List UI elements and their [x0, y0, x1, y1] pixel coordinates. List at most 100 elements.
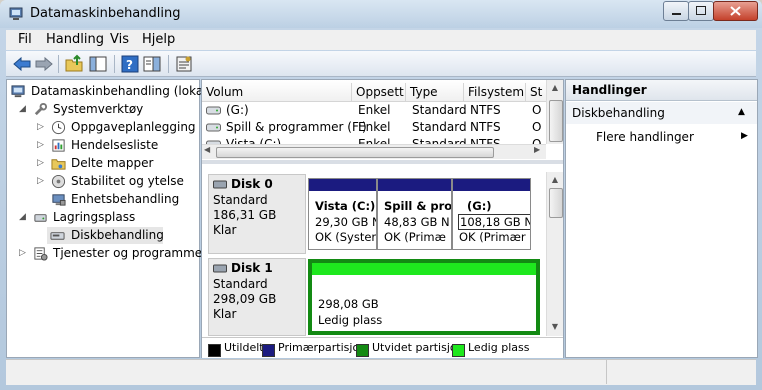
forward-icon[interactable]	[34, 54, 54, 74]
partition-status: OK (Syster	[315, 230, 377, 244]
expand-icon[interactable]: ▷	[37, 123, 46, 132]
disk-0-label[interactable]: Disk 0 Standard 186,31 GB Klar	[208, 174, 306, 254]
partition-status: Ledig plass	[318, 313, 383, 327]
expand-icon[interactable]: ▷	[37, 159, 46, 168]
tree-item-label: Oppgaveplanlegging	[71, 120, 196, 134]
disk-type: Standard	[213, 277, 268, 291]
tree-item-label: Delte mapper	[71, 156, 154, 170]
column-status[interactable]: St	[526, 83, 548, 101]
performance-icon	[51, 174, 66, 189]
more-actions-item[interactable]: Flere handlinger ▶	[566, 128, 757, 146]
column-filsystem[interactable]: Filsystem	[464, 83, 526, 101]
scroll-thumb[interactable]	[549, 188, 563, 218]
cell-type: Standard	[412, 120, 467, 134]
scroll-right-icon[interactable]: ▶	[534, 145, 540, 154]
actions-pane: Handlinger Diskbehandling ▲ Flere handli…	[565, 79, 758, 358]
collapse-icon[interactable]: ◢	[19, 213, 28, 222]
device-manager-icon	[52, 194, 66, 206]
cell-layout: Enkel	[358, 120, 391, 134]
clock-icon	[51, 120, 66, 135]
settings-icon[interactable]	[174, 54, 194, 74]
partition-size: 48,83 GB N	[384, 215, 450, 229]
extended-partition[interactable]: 298,08 GB Ledig plass	[308, 259, 540, 335]
partition-bar	[312, 263, 536, 275]
close-button[interactable]	[713, 1, 758, 21]
tree-item-label: Diskbehandling	[71, 228, 164, 242]
tree-root-label: Datamaskinbehandling (lokal)	[31, 84, 212, 98]
help-icon[interactable]: ?	[120, 54, 140, 74]
legend-label: Utvidet partisjon	[372, 341, 464, 354]
tree-item-label: Tjenester og programmer	[53, 246, 208, 260]
up-folder-icon[interactable]	[64, 54, 84, 74]
cell-volume: (G:)	[226, 103, 249, 117]
disk-area-scrollbar[interactable]: ▲ ▼	[546, 172, 563, 336]
menu-handling[interactable]: Handling	[46, 32, 104, 47]
collapse-icon[interactable]: ◢	[19, 105, 28, 114]
expand-icon[interactable]: ▷	[37, 177, 46, 186]
legend-label: Primærpartisjon	[278, 341, 367, 354]
partition-g[interactable]: (G:) 108,18 GB NTFS OK (Primær	[452, 178, 531, 250]
disk-size: 186,31 GB	[213, 208, 277, 222]
expand-icon[interactable]: ▷	[37, 141, 46, 150]
maximize-button[interactable]	[688, 1, 714, 21]
actions-header: Handlinger	[566, 80, 757, 101]
disk-1-label[interactable]: Disk 1 Standard 298,09 GB Klar	[208, 258, 306, 336]
partition-f[interactable]: Spill & pro 48,83 GB N OK (Primæ	[377, 178, 452, 250]
volume-list-hscrollbar[interactable]: ◀ ▶	[202, 144, 546, 159]
event-viewer-icon	[52, 139, 65, 152]
table-row[interactable]: Spill & programmer (F:) Enkel Standard N…	[202, 119, 548, 136]
scroll-up-icon[interactable]: ▲	[549, 81, 561, 95]
tools-icon	[34, 102, 48, 116]
maximize-icon	[696, 6, 706, 15]
status-panel	[6, 360, 607, 384]
toolbar: ?	[6, 51, 756, 77]
window-title: Datamaskinbehandling	[30, 6, 181, 21]
menu-vis[interactable]: Vis	[110, 32, 129, 47]
actions-section-diskbehandling[interactable]: Diskbehandling ▲	[566, 102, 757, 124]
toolbar-separator	[168, 55, 169, 73]
back-icon[interactable]	[12, 54, 32, 74]
splitter[interactable]	[202, 160, 563, 164]
expand-icon[interactable]: ▷	[19, 249, 28, 258]
partition-c[interactable]: Vista (C:) 29,30 GB N OK (Syster	[308, 178, 377, 250]
computer-icon	[11, 85, 25, 98]
disk-name: Disk 1	[231, 261, 273, 275]
menu-hjelp[interactable]: Hjelp	[142, 32, 175, 47]
minimize-button[interactable]	[663, 1, 689, 21]
show-tree-icon[interactable]	[88, 54, 108, 74]
window-frame: Datamaskinbehandling Fil Handling Vis Hj…	[0, 0, 762, 390]
partition-bar	[378, 179, 451, 191]
partition-size: 298,08 GB	[318, 297, 379, 311]
table-row[interactable]: (G:) Enkel Standard NTFS O	[202, 102, 548, 119]
computer-management-icon	[9, 7, 23, 20]
drive-icon	[206, 106, 221, 115]
scroll-down-icon[interactable]: ▼	[549, 320, 561, 334]
legend-label: Ledig plass	[468, 341, 530, 354]
cell-status: O	[532, 120, 542, 134]
svg-text:?: ?	[126, 58, 133, 72]
collapse-up-icon[interactable]: ▲	[738, 107, 745, 117]
actions-section-label: Diskbehandling	[572, 106, 665, 120]
tree-item-diskbehandling[interactable]: Diskbehandling	[47, 227, 164, 244]
title-bar[interactable]: Datamaskinbehandling	[0, 0, 762, 28]
scroll-thumb[interactable]	[216, 147, 494, 158]
scroll-up-icon[interactable]: ▲	[549, 173, 561, 187]
disk-name: Disk 0	[231, 177, 273, 191]
column-type[interactable]: Type	[406, 83, 464, 101]
disk-management-pane: Volum Oppsett Type Filsystem St (G:) Enk…	[201, 79, 564, 358]
properties-icon[interactable]	[142, 54, 162, 74]
column-oppsett[interactable]: Oppsett	[352, 83, 406, 101]
tree-item-label: Enhetsbehandling	[71, 192, 180, 206]
legend-label: Utildelt	[224, 341, 264, 354]
partition-status: OK (Primær	[459, 230, 526, 244]
tree-item-label: Hendelsesliste	[71, 138, 159, 152]
volume-list-scrollbar[interactable]: ▲	[546, 80, 563, 144]
cell-layout: Enkel	[358, 103, 391, 117]
storage-icon	[34, 214, 47, 222]
scroll-thumb[interactable]	[549, 100, 563, 142]
menu-fil[interactable]: Fil	[18, 32, 32, 47]
more-actions-label: Flere handlinger	[596, 130, 694, 144]
free-space-partition[interactable]: 298,08 GB Ledig plass	[312, 263, 536, 331]
scroll-left-icon[interactable]: ◀	[204, 145, 210, 154]
column-volum[interactable]: Volum	[202, 83, 352, 101]
